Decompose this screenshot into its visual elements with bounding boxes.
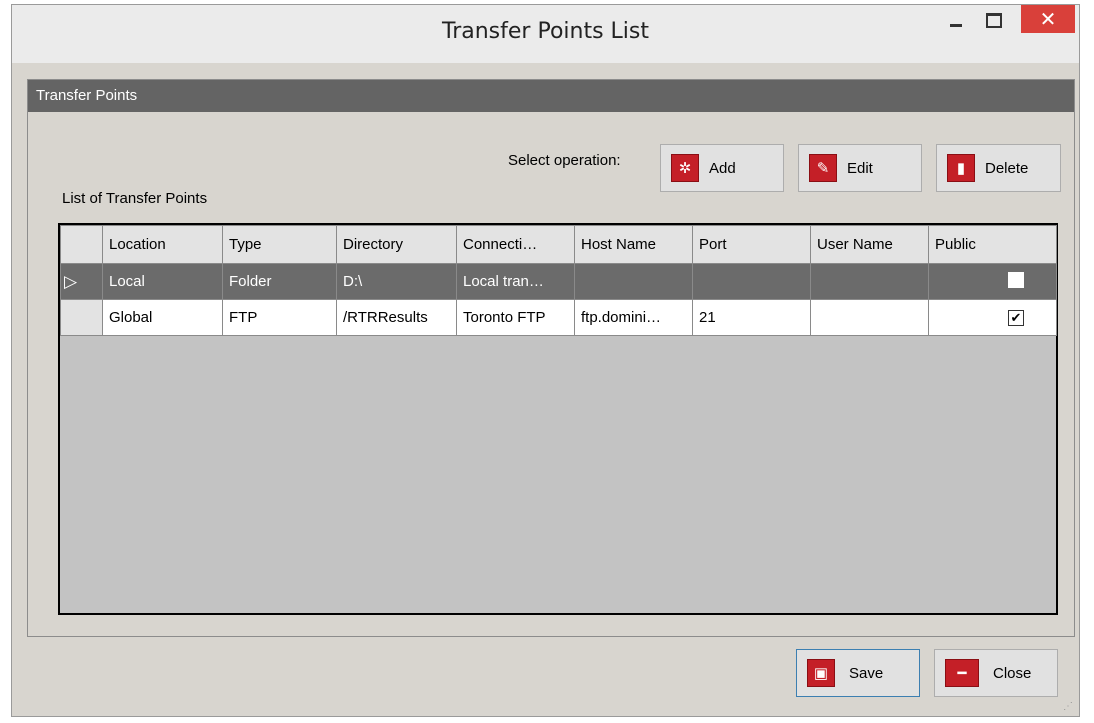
window-close-button[interactable]: ✕ [1021,5,1075,33]
title-bar: Transfer Points List ✕ [12,5,1079,63]
list-label: List of Transfer Points [62,190,208,207]
cell-port[interactable]: 21 [692,299,811,336]
transfer-points-table: Location Type Directory Connecti… Host N… [60,225,1057,336]
transfer-points-group: Transfer Points Select operation: ✲ Add … [27,79,1075,637]
add-button[interactable]: ✲ Add [660,144,784,192]
current-row-icon: ▷ [64,271,78,291]
column-header-connection[interactable]: Connecti… [456,225,575,264]
add-label: Add [709,159,736,177]
table-row[interactable]: Global FTP /RTRResults Toronto FTP ftp.d… [60,299,1057,336]
group-title: Transfer Points [36,87,138,104]
cell-connection[interactable]: Toronto FTP [456,299,575,336]
column-header-host-name[interactable]: Host Name [574,225,693,264]
column-header-port[interactable]: Port [692,225,811,264]
window-title: Transfer Points List [442,19,649,44]
close-label: Close [993,664,1032,682]
cell-user-name[interactable] [810,299,929,336]
minimize-button[interactable] [938,5,974,35]
gear-icon: ✲ [671,154,699,182]
column-header-type[interactable]: Type [222,225,337,264]
floppy-disk-icon: ▣ [807,659,835,687]
row-header[interactable]: ▷ [60,263,103,300]
save-label: Save [849,664,884,682]
minus-icon: ━ [945,659,979,687]
cell-port[interactable] [692,263,811,300]
select-operation-label: Select operation: [508,152,621,169]
edit-icon: ✎ [809,154,837,182]
cell-directory[interactable]: D:\ [336,263,457,300]
maximize-icon [986,12,1002,28]
transfer-points-grid[interactable]: Location Type Directory Connecti… Host N… [58,223,1058,615]
cell-type[interactable]: Folder [222,263,337,300]
minimize-icon [950,23,962,27]
cell-type[interactable]: FTP [222,299,337,336]
delete-button[interactable]: ▮ Delete [936,144,1061,192]
table-header-row: Location Type Directory Connecti… Host N… [60,225,1057,264]
cell-location[interactable]: Local [102,263,223,300]
cell-host-name[interactable] [574,263,693,300]
edit-button[interactable]: ✎ Edit [798,144,922,192]
column-header-location[interactable]: Location [102,225,223,264]
save-button[interactable]: ▣ Save [796,649,920,697]
cell-connection[interactable]: Local tran… [456,263,575,300]
column-header-user-name[interactable]: User Name [810,225,929,264]
cell-location[interactable]: Global [102,299,223,336]
delete-label: Delete [985,159,1029,177]
resize-grip-icon[interactable]: ⋰ [1063,701,1073,712]
public-checkbox[interactable]: ✔ [1008,310,1024,326]
row-header-corner [60,225,103,264]
group-header: Transfer Points [28,80,1074,112]
cell-public[interactable]: ✔ [928,299,1057,336]
cell-host-name[interactable]: ftp.domini… [574,299,693,336]
column-header-public[interactable]: Public [928,225,1057,264]
edit-label: Edit [847,159,873,177]
public-checkbox[interactable] [1008,271,1024,288]
transfer-points-window: Transfer Points List ✕ Transfer Points S… [11,4,1080,717]
close-icon: ✕ [1039,7,1057,31]
trash-icon: ▮ [947,154,975,182]
cell-directory[interactable]: /RTRResults [336,299,457,336]
column-header-directory[interactable]: Directory [336,225,457,264]
cell-public[interactable] [928,263,1057,300]
maximize-button[interactable] [976,5,1012,35]
close-button[interactable]: ━ Close [934,649,1058,697]
row-header[interactable] [60,299,103,336]
table-row[interactable]: ▷ Local Folder D:\ Local tran… [60,263,1057,300]
cell-user-name[interactable] [810,263,929,300]
